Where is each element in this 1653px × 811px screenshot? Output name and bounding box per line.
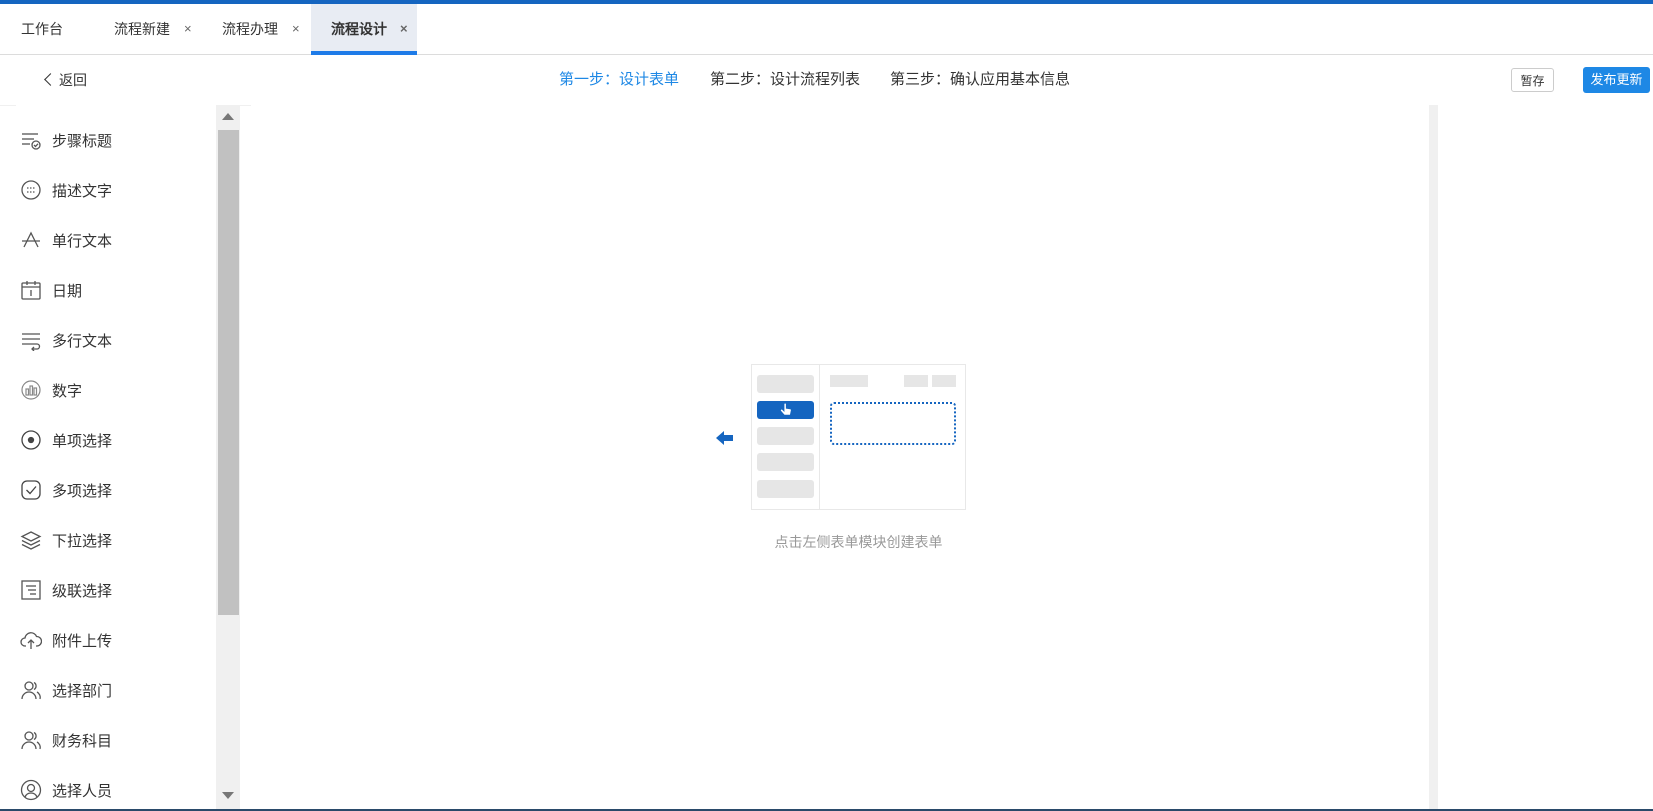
multi-line-text-icon bbox=[20, 329, 42, 351]
component-sidebar: 步骤标题 描述文字 单行文本 日期 多行文本 数字 单项选择 多项选择 下拉选择… bbox=[16, 105, 216, 811]
tab-process-handle[interactable]: 流程办理 × bbox=[222, 4, 307, 54]
component-step-title[interactable]: 步骤标题 bbox=[16, 115, 216, 165]
single-line-text-icon bbox=[20, 229, 42, 251]
arrow-left-icon bbox=[716, 430, 734, 451]
calendar-icon bbox=[20, 279, 42, 301]
component-label: 单项选择 bbox=[52, 432, 113, 450]
close-icon[interactable]: × bbox=[292, 4, 300, 54]
component-finance-subject[interactable]: 财务科目 bbox=[16, 715, 216, 765]
empty-form-illustration bbox=[751, 364, 966, 510]
tab-bar: 工作台 流程新建 × 流程办理 × 流程设计 × bbox=[0, 4, 1653, 55]
component-select-person[interactable]: 选择人员 bbox=[16, 765, 216, 811]
step-confirm-info[interactable]: 第三步：确认应用基本信息 bbox=[890, 55, 1070, 105]
upload-cloud-icon bbox=[20, 629, 42, 651]
tab-label: 流程新建 bbox=[114, 21, 170, 37]
component-label: 多项选择 bbox=[52, 482, 113, 500]
component-label: 下拉选择 bbox=[52, 532, 113, 550]
component-label: 附件上传 bbox=[52, 632, 113, 650]
step-design-form[interactable]: 第一步：设计表单 bbox=[559, 55, 679, 105]
component-label: 日期 bbox=[52, 282, 83, 300]
description-icon bbox=[20, 179, 42, 201]
component-date[interactable]: 日期 bbox=[16, 265, 216, 315]
publish-update-button[interactable]: 发布更新 bbox=[1583, 67, 1650, 93]
checkbox-icon bbox=[20, 479, 42, 501]
component-label: 财务科目 bbox=[52, 732, 113, 750]
component-number[interactable]: 数字 bbox=[16, 365, 216, 415]
finance-subject-icon bbox=[20, 729, 42, 751]
properties-panel bbox=[1438, 105, 1653, 811]
back-button[interactable]: 返回 bbox=[44, 55, 87, 105]
tab-label: 流程办理 bbox=[222, 21, 278, 37]
hand-pointer-icon bbox=[780, 402, 792, 416]
tab-label: 工作台 bbox=[21, 21, 63, 37]
steps-toolbar: 返回 第一步：设计表单 第二步：设计流程列表 第三步：确认应用基本信息 暂存 发… bbox=[0, 55, 1653, 106]
tab-process-design[interactable]: 流程设计 × bbox=[311, 4, 417, 55]
scroll-up-arrow-icon[interactable] bbox=[222, 113, 234, 120]
layers-icon bbox=[20, 529, 42, 551]
component-multi-line-text[interactable]: 多行文本 bbox=[16, 315, 216, 365]
component-single-line-text[interactable]: 单行文本 bbox=[16, 215, 216, 265]
close-icon[interactable]: × bbox=[184, 4, 192, 54]
component-attachment-upload[interactable]: 附件上传 bbox=[16, 615, 216, 665]
tab-label: 流程设计 bbox=[331, 21, 387, 37]
tab-process-new[interactable]: 流程新建 × bbox=[114, 4, 199, 54]
save-draft-button[interactable]: 暂存 bbox=[1511, 68, 1554, 92]
department-icon bbox=[20, 679, 42, 701]
component-multi-choice[interactable]: 多项选择 bbox=[16, 465, 216, 515]
number-icon bbox=[20, 379, 42, 401]
person-icon bbox=[20, 779, 42, 801]
component-label: 多行文本 bbox=[52, 332, 113, 350]
component-label: 描述文字 bbox=[52, 182, 113, 200]
component-select-department[interactable]: 选择部门 bbox=[16, 665, 216, 715]
cascade-icon bbox=[20, 579, 42, 601]
component-label: 选择人员 bbox=[52, 782, 113, 800]
component-label: 步骤标题 bbox=[52, 132, 113, 150]
step-title-icon bbox=[20, 129, 42, 151]
panel-divider[interactable] bbox=[1429, 105, 1438, 811]
component-cascade[interactable]: 级联选择 bbox=[16, 565, 216, 615]
radio-icon bbox=[20, 429, 42, 451]
component-label: 选择部门 bbox=[52, 682, 113, 700]
scroll-down-arrow-icon[interactable] bbox=[222, 792, 234, 799]
component-label: 数字 bbox=[52, 382, 83, 400]
step-design-flow[interactable]: 第二步：设计流程列表 bbox=[710, 55, 860, 105]
component-single-choice[interactable]: 单项选择 bbox=[16, 415, 216, 465]
component-description[interactable]: 描述文字 bbox=[16, 165, 216, 215]
back-label: 返回 bbox=[59, 72, 87, 88]
component-dropdown[interactable]: 下拉选择 bbox=[16, 515, 216, 565]
empty-canvas-hint: 点击左侧表单模块创建表单 bbox=[774, 534, 943, 550]
tab-workbench[interactable]: 工作台 bbox=[21, 4, 63, 54]
sidebar-scrollbar[interactable] bbox=[216, 105, 240, 811]
component-label: 单行文本 bbox=[52, 232, 113, 250]
close-icon[interactable]: × bbox=[400, 4, 408, 54]
component-label: 级联选择 bbox=[52, 582, 113, 600]
chevron-left-icon bbox=[44, 73, 57, 86]
scroll-thumb[interactable] bbox=[218, 130, 239, 615]
